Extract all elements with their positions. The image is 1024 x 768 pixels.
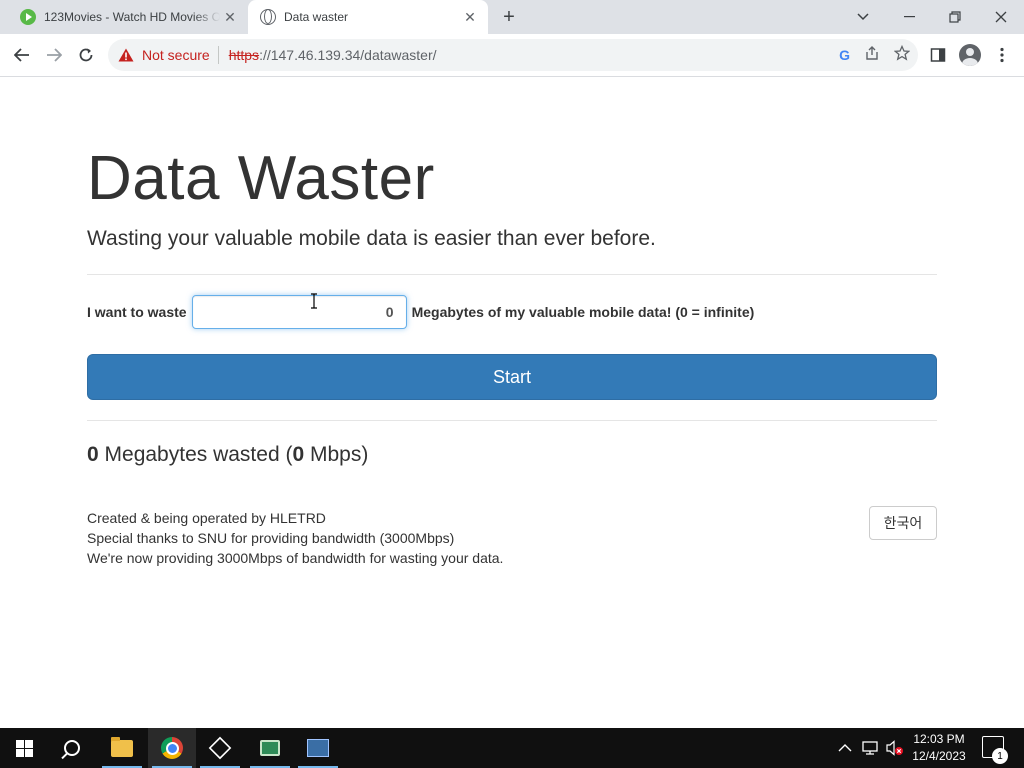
footer-line: Created & being operated by HLETRD bbox=[87, 510, 326, 526]
search-icon bbox=[64, 740, 80, 756]
amount-label-after: Megabytes of my valuable mobile data! (0… bbox=[411, 304, 755, 320]
address-separator bbox=[217, 46, 219, 64]
page-subtitle: Wasting your valuable mobile data is eas… bbox=[87, 227, 656, 250]
bookmark-star-icon[interactable] bbox=[893, 44, 911, 65]
forward-arrow-icon[interactable] bbox=[40, 41, 68, 69]
tab-search-chevron-icon[interactable] bbox=[840, 0, 886, 34]
file-explorer-button[interactable] bbox=[98, 728, 146, 768]
folder-icon bbox=[111, 736, 133, 757]
back-arrow-icon[interactable] bbox=[8, 41, 36, 69]
tab-123movies[interactable]: 123Movies - Watch HD Movies Online ✕ bbox=[8, 0, 248, 34]
share-icon[interactable] bbox=[864, 45, 880, 65]
more-menu-icon[interactable] bbox=[988, 41, 1016, 69]
chrome-icon bbox=[161, 737, 183, 759]
reload-icon[interactable] bbox=[72, 41, 100, 69]
windows-logo-icon bbox=[15, 739, 33, 757]
speed-value: 0 bbox=[292, 443, 305, 466]
browser-toolbar: Not secure https://147.46.139.34/datawas… bbox=[0, 34, 1024, 77]
close-icon[interactable]: ✕ bbox=[460, 7, 480, 27]
speed-unit-text: Mbps) bbox=[310, 443, 369, 466]
wasted-megabytes-value: 0 bbox=[87, 443, 99, 466]
tray-chevron-icon[interactable] bbox=[838, 728, 852, 768]
url-scheme: https bbox=[228, 47, 260, 63]
search-button[interactable] bbox=[48, 728, 96, 768]
profile-avatar[interactable] bbox=[956, 41, 984, 69]
globe-icon bbox=[260, 9, 276, 25]
close-icon[interactable]: ✕ bbox=[220, 7, 240, 27]
taskbar: 12:03 PM 12/4/2023 1 bbox=[0, 728, 1024, 768]
side-panel-icon[interactable] bbox=[924, 41, 952, 69]
app-taskbar-button-2[interactable] bbox=[294, 728, 342, 768]
address-bar[interactable]: Not secure https://147.46.139.34/datawas… bbox=[108, 39, 918, 71]
clock-date: 12/4/2023 bbox=[912, 749, 966, 763]
wasted-megabytes-text: Megabytes wasted ( bbox=[104, 443, 293, 466]
notification-badge: 1 bbox=[992, 748, 1008, 764]
start-button[interactable]: Start bbox=[87, 354, 937, 400]
chrome-taskbar-button[interactable] bbox=[148, 728, 196, 768]
wasted-status: 0 Megabytes wasted (0 Mbps) bbox=[87, 443, 368, 467]
app-icon bbox=[260, 740, 280, 756]
virtualbox-taskbar-button[interactable] bbox=[196, 728, 244, 768]
footer-line: Special thanks to SNU for providing band… bbox=[87, 530, 455, 546]
amount-label-before: I want to waste bbox=[87, 304, 187, 320]
language-button[interactable]: 한국어 bbox=[869, 506, 937, 540]
tab-strip: 123Movies - Watch HD Movies Online ✕ Dat… bbox=[0, 0, 1024, 34]
play-icon bbox=[20, 9, 36, 25]
security-status[interactable]: Not secure bbox=[142, 47, 210, 63]
divider bbox=[87, 420, 937, 421]
footer-info: Created & being operated by HLETRD Speci… bbox=[87, 508, 503, 568]
network-icon[interactable] bbox=[862, 728, 880, 768]
tab-title: Data waster bbox=[284, 10, 349, 24]
footer-line: We're now providing 3000Mbps of bandwidt… bbox=[87, 550, 504, 566]
page-title: Data Waster bbox=[87, 144, 435, 213]
start-menu-button[interactable] bbox=[0, 728, 48, 768]
minimize-button[interactable] bbox=[886, 0, 932, 34]
clock-time: 12:03 PM bbox=[913, 732, 965, 746]
restore-button[interactable] bbox=[932, 0, 978, 34]
app-taskbar-button[interactable] bbox=[246, 728, 294, 768]
cube-icon bbox=[208, 736, 232, 760]
close-window-button[interactable] bbox=[978, 0, 1024, 34]
google-icon[interactable]: G bbox=[839, 47, 850, 63]
volume-muted-icon[interactable] bbox=[886, 728, 904, 768]
tab-data-waster[interactable]: Data waster ✕ bbox=[248, 0, 488, 34]
tab-title: 123Movies - Watch HD Movies Online bbox=[44, 10, 220, 24]
text-cursor-icon bbox=[311, 293, 317, 309]
warning-icon[interactable] bbox=[118, 48, 134, 62]
divider bbox=[87, 274, 937, 275]
page-content: Data Waster Wasting your valuable mobile… bbox=[0, 77, 1024, 728]
url-path: ://147.46.139.34/datawaster/ bbox=[259, 47, 437, 63]
waste-amount-form: I want to waste Megabytes of my valuable… bbox=[87, 295, 754, 329]
omnibox-actions: G bbox=[839, 39, 911, 71]
app-icon bbox=[307, 739, 329, 757]
amount-input[interactable] bbox=[191, 295, 407, 329]
system-clock[interactable]: 12:03 PM 12/4/2023 bbox=[905, 731, 973, 765]
new-tab-button[interactable]: + bbox=[498, 6, 520, 28]
avatar-icon bbox=[959, 44, 981, 66]
